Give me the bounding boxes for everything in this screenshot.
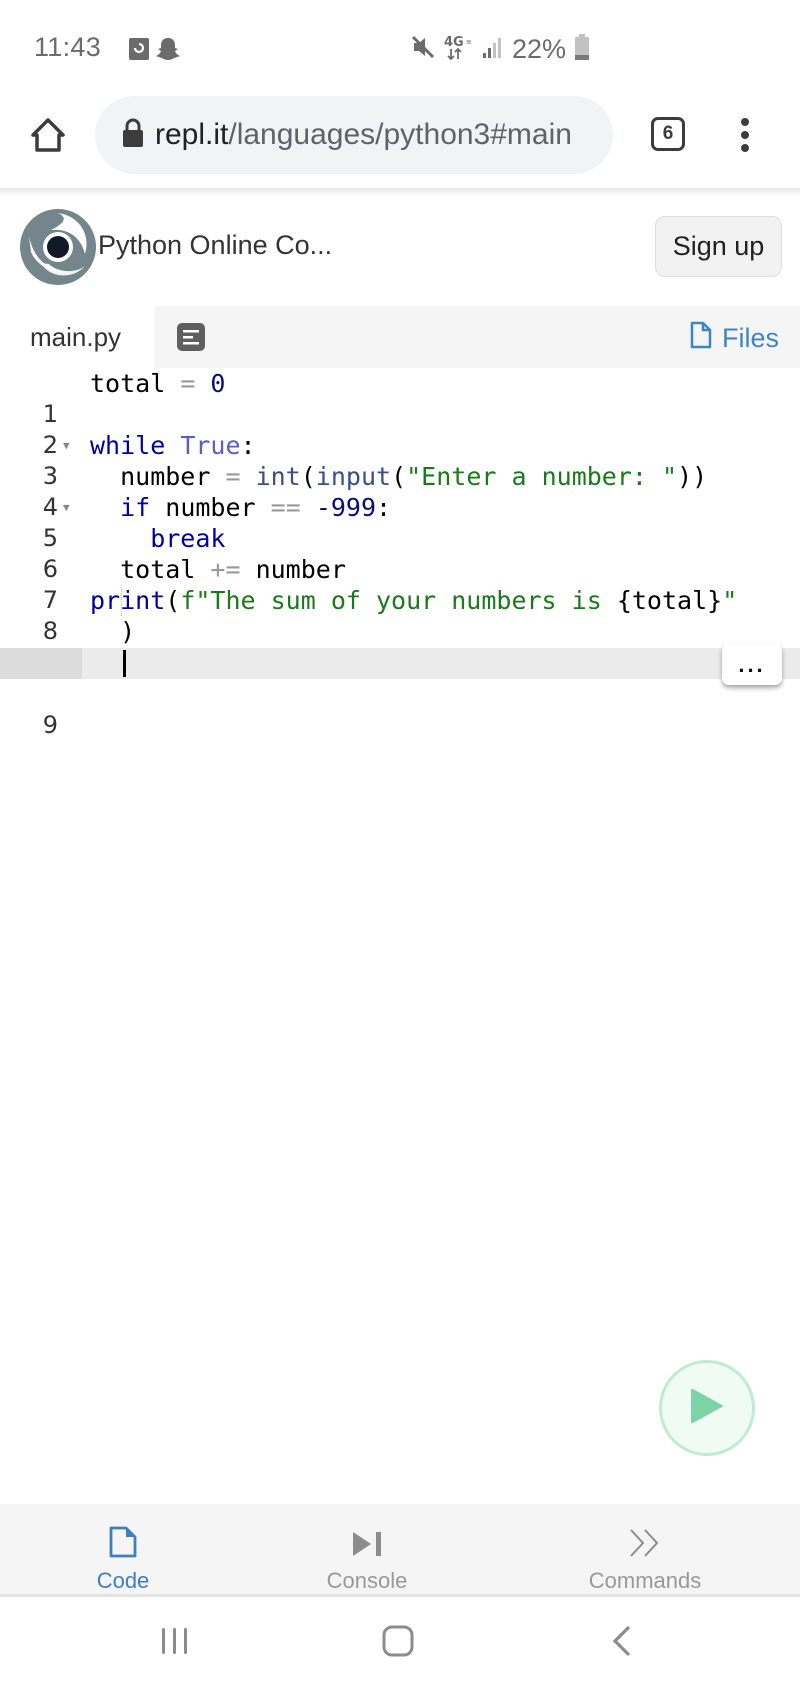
double-chevron-icon — [628, 1512, 662, 1558]
4g-lte-icon: 4G ≡ — [444, 33, 474, 66]
sign-up-button[interactable]: Sign up — [655, 216, 782, 277]
code-line-wrap: ) — [0, 616, 800, 647]
code-line: 5 ▼ if number == -999: — [0, 492, 800, 552]
code-token: == — [270, 493, 301, 522]
code-token: while — [90, 431, 166, 460]
tab-label: Commands — [588, 1568, 702, 1593]
file-icon — [690, 321, 712, 356]
lock-icon — [121, 118, 145, 153]
url-bar[interactable]: repl.it/languages/python3#main — [95, 96, 613, 174]
code-token: input — [315, 462, 392, 491]
status-time: 11:43 — [34, 32, 102, 62]
code-token: if — [90, 493, 151, 522]
fold-arrow-icon[interactable]: ▼ — [63, 430, 70, 461]
code-token: ( — [300, 462, 316, 491]
code-line-active: 9 — [0, 648, 800, 739]
code-token: f"The sum of your numbers is — [180, 586, 617, 615]
status-icons: 4G ≡ 22% — [410, 32, 590, 66]
page-title: Python Online Co... — [98, 230, 333, 260]
more-vert-icon — [735, 118, 755, 159]
system-nav-bar — [0, 1600, 800, 1689]
code-token: )) — [677, 462, 708, 491]
snapchat-icon — [155, 36, 181, 67]
text-format-icon — [177, 323, 205, 355]
home-nav-button[interactable] — [382, 1625, 414, 1662]
code-token: ) — [90, 617, 136, 646]
code-token: : — [240, 431, 256, 460]
tab-label: Code — [96, 1568, 150, 1593]
tab-console[interactable]: Console — [307, 1504, 427, 1597]
code-token: number — [90, 462, 211, 491]
tab-switcher-button[interactable]: 6 — [651, 117, 685, 151]
back-nav-button[interactable] — [610, 1625, 634, 1662]
play-icon — [689, 1386, 725, 1431]
code-token: break — [90, 524, 226, 553]
line-number: 9 — [42, 711, 58, 739]
fold-arrow-icon[interactable]: ▼ — [63, 492, 70, 523]
tab-commands[interactable]: Commands — [570, 1504, 720, 1597]
code-token: ( — [391, 462, 407, 491]
files-button[interactable]: Files — [690, 318, 779, 358]
code-token: -999 — [315, 493, 377, 522]
tab-label: Console — [326, 1568, 408, 1593]
url-host: repl.it — [155, 118, 229, 151]
active-line-gutter — [0, 648, 82, 679]
code-token: = — [165, 369, 211, 398]
code-token: = — [210, 462, 256, 491]
tab-main-py[interactable]: main.py — [0, 306, 155, 368]
code-token: ( — [165, 586, 181, 615]
url-text: repl.it/languages/python3#main — [155, 118, 572, 152]
step-forward-icon — [351, 1512, 383, 1558]
home-icon — [28, 118, 68, 159]
back-icon — [610, 1626, 634, 1661]
run-button[interactable] — [659, 1360, 755, 1456]
screen-recorder-icon — [128, 37, 150, 66]
code-token: : — [376, 493, 392, 522]
signal-icon — [482, 35, 504, 64]
code-token: int — [255, 462, 301, 491]
code-line: 3 ▼ while True: — [0, 430, 800, 490]
repl-logo[interactable] — [19, 208, 97, 291]
code-token: += — [210, 555, 241, 584]
code-line: 2 — [0, 399, 800, 459]
code-token: number — [240, 555, 346, 584]
browser-menu-button[interactable] — [735, 115, 755, 160]
svg-text:4G: 4G — [444, 35, 464, 50]
code-token: total — [90, 369, 166, 398]
svg-text:≡: ≡ — [466, 38, 472, 46]
code-line: 4 number = int(input("Enter a number: ")… — [0, 461, 800, 521]
tab-label: main.py — [30, 321, 122, 352]
home-square-icon — [382, 1625, 414, 1661]
toolbar-divider — [0, 188, 800, 196]
bottom-tab-bar: Code Console Commands — [0, 1504, 800, 1597]
code-token: number — [150, 493, 271, 522]
more-options-button[interactable]: ... — [722, 644, 782, 685]
format-button[interactable] — [177, 323, 205, 356]
mute-icon — [410, 34, 436, 65]
recents-icon — [160, 1628, 190, 1660]
code-token: total — [90, 555, 211, 584]
code-line: 7 total += number — [0, 554, 800, 614]
code-token: True — [180, 431, 241, 460]
code-token: 0 — [210, 369, 226, 398]
files-label: Files — [722, 322, 780, 353]
code-token: " — [722, 586, 738, 615]
code-line: 8 print(f"The sum of your numbers is {to… — [0, 585, 800, 645]
code-token: print — [90, 586, 166, 615]
recents-button[interactable] — [160, 1626, 190, 1661]
battery-icon — [574, 33, 590, 66]
repl-logo-icon — [19, 209, 97, 290]
tab-code[interactable]: Code — [63, 1504, 183, 1597]
code-line: 6 break — [0, 523, 800, 616]
browser-home-button[interactable] — [28, 115, 68, 160]
text-cursor — [123, 650, 126, 677]
file-icon — [109, 1512, 137, 1558]
url-path: /languages/python3#main — [228, 118, 572, 151]
code-token: "Enter a number: " — [406, 462, 678, 491]
battery-percent: 22% — [512, 33, 567, 64]
code-token: {total} — [616, 586, 723, 615]
code-line: 1 total = 0 — [0, 368, 800, 428]
